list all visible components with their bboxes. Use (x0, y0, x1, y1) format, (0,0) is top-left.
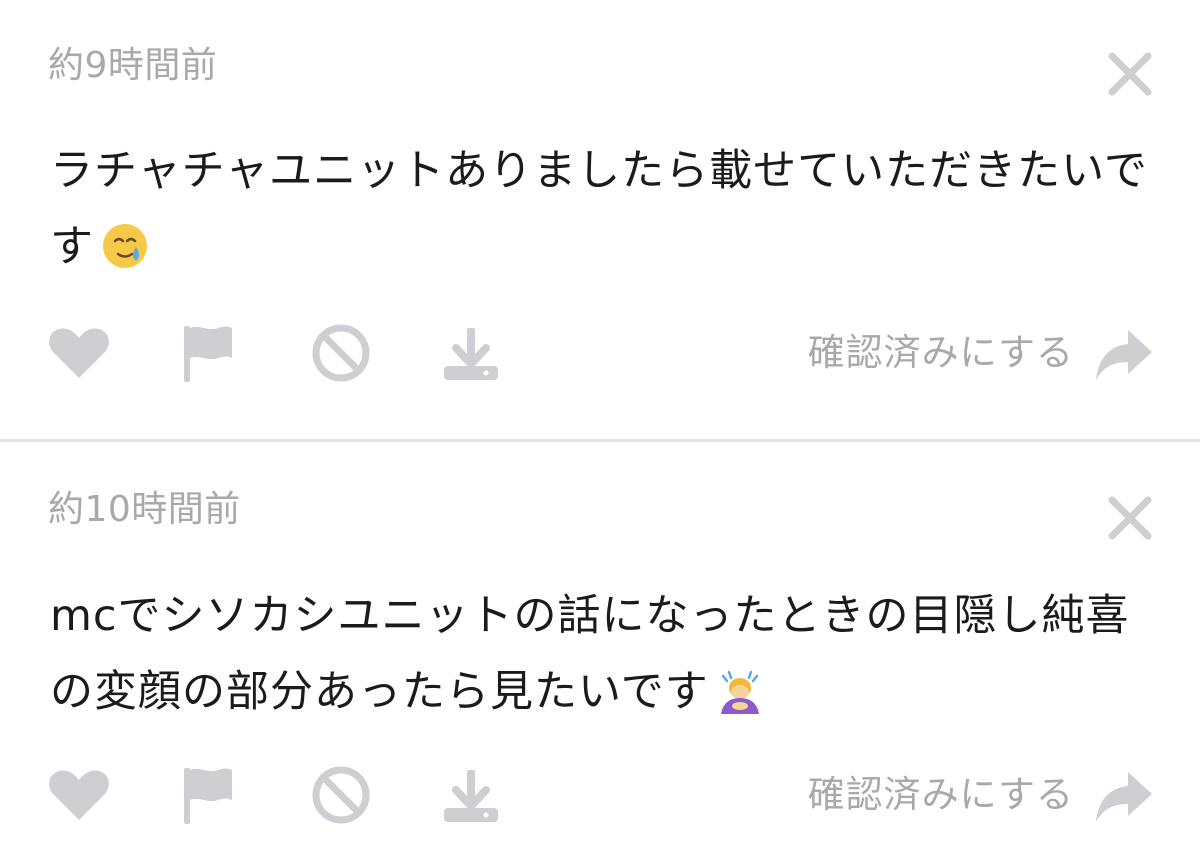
flag-icon[interactable] (174, 760, 244, 830)
message-body: mcでシソカシユニットの話になったときの目隠し純喜の変顔の部分あったら見たいです (50, 591, 1130, 717)
action-bar: 確認済みにする (0, 760, 1200, 830)
message-card: 約10時間前 mcでシソカシユニットの話になったときの目隠し純喜の変顔の部分あっ… (0, 0, 1200, 867)
timestamp: 約10時間前 (48, 489, 241, 530)
close-icon[interactable] (1102, 490, 1158, 546)
heart-icon[interactable] (44, 760, 114, 830)
message-feed: 約9時間前 ラチャチャユニットありましたら載せていただきたいです 確認済みにする… (0, 0, 1200, 867)
share-arrow-icon[interactable] (1092, 764, 1156, 828)
person-bowing-icon (715, 666, 765, 716)
block-icon[interactable] (306, 760, 376, 830)
download-icon[interactable] (436, 760, 506, 830)
mark-as-confirmed-button[interactable]: 確認済みにする (808, 770, 1074, 820)
message-text: mcでシソカシユニットの話になったときの目隠し純喜の変顔の部分あったら見たいです (50, 578, 1160, 730)
